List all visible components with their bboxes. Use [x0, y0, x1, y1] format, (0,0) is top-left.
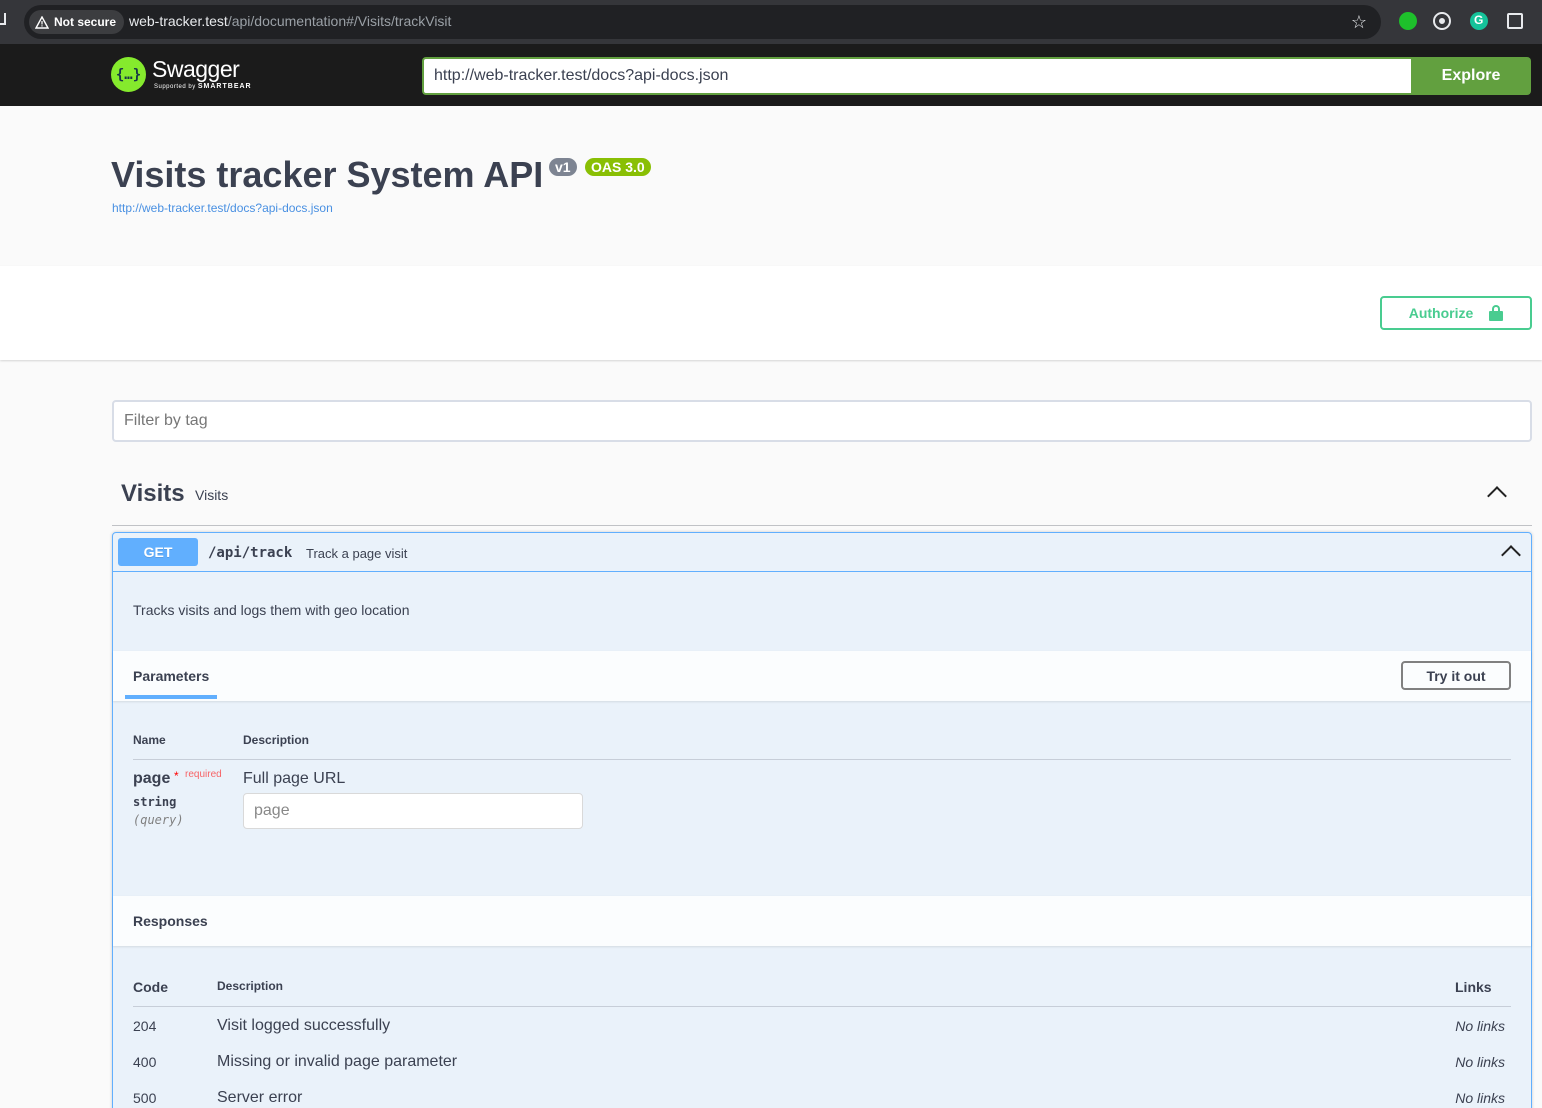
authorize-label: Authorize	[1408, 305, 1474, 321]
tag-description: Visits	[195, 487, 229, 503]
chevron-up-icon[interactable]	[1487, 486, 1507, 506]
page-title: Visits tracker System API	[111, 154, 544, 195]
param-table-divider	[133, 759, 1511, 760]
logo-sub-brand: SMARTBEAR	[197, 83, 252, 90]
warning-icon	[35, 15, 49, 29]
home-icon[interactable]	[0, 13, 6, 25]
logo-text: Swagger	[152, 56, 240, 82]
security-indicator[interactable]: Not secure	[29, 10, 125, 34]
api-info: Visits tracker System API v1 OAS 3.0 htt…	[0, 106, 1542, 266]
browser-toolbar: Not secure web-tracker.test/api/document…	[0, 0, 1542, 44]
authorize-button[interactable]: Authorize	[1380, 296, 1532, 330]
param-column-name: Name	[133, 733, 166, 747]
scheme-container: Authorize	[0, 266, 1542, 360]
url-host: web-tracker.test	[129, 13, 228, 29]
spec-url-input[interactable]	[422, 57, 1412, 95]
response-links: No links	[1455, 1018, 1505, 1034]
operation-block: GET /api/track Track a page visit Tracks…	[112, 532, 1532, 1108]
extension-circle-icon[interactable]	[1433, 12, 1451, 30]
response-links: No links	[1455, 1090, 1505, 1106]
responses-title: Responses	[133, 913, 208, 929]
response-code: 204	[133, 1018, 157, 1034]
explore-button[interactable]: Explore	[1411, 57, 1531, 95]
param-type: string	[133, 795, 177, 809]
swagger-logo[interactable]: {…} Swagger Supported by SMARTBEAR	[111, 56, 251, 92]
response-column-links: Links	[1455, 979, 1492, 995]
response-column-code: Code	[133, 979, 168, 995]
response-links: No links	[1455, 1054, 1505, 1070]
responses-header: Responses	[113, 896, 1531, 946]
response-description: Server error	[217, 1089, 303, 1106]
security-label: Not secure	[54, 15, 117, 29]
logo-subtitle: Supported by SMARTBEAR	[154, 83, 252, 90]
operation-path: /api/track	[208, 545, 293, 561]
tab-parameters[interactable]: Parameters	[125, 651, 218, 699]
swagger-logo-icon: {…}	[111, 57, 146, 92]
required-star: *	[174, 769, 179, 783]
address-bar[interactable]: Not secure web-tracker.test/api/document…	[24, 5, 1381, 39]
response-table-divider	[133, 1006, 1511, 1007]
param-name: page	[133, 770, 171, 787]
try-it-out-button[interactable]: Try it out	[1401, 661, 1511, 690]
lock-icon	[1489, 305, 1504, 321]
response-column-description: Description	[217, 979, 284, 993]
url-text[interactable]: web-tracker.test/api/documentation#/Visi…	[129, 13, 451, 29]
extension-grammarly-icon[interactable]	[1470, 12, 1488, 30]
extensions-puzzle-icon[interactable]	[1507, 13, 1523, 29]
param-description: Full page URL	[243, 770, 346, 787]
response-description: Missing or invalid page parameter	[217, 1053, 458, 1070]
method-badge: GET	[118, 538, 198, 566]
param-location: (query)	[133, 813, 184, 827]
tag-section-header[interactable]: Visits Visits	[112, 462, 1532, 526]
operation-description: Tracks visits and logs them with geo loc…	[133, 602, 410, 618]
logo-sub-prefix: Supported by	[154, 84, 196, 90]
param-page-input[interactable]	[243, 793, 583, 829]
spec-link[interactable]: http://web-tracker.test/docs?api-docs.js…	[112, 201, 333, 215]
required-label: required	[185, 769, 222, 780]
operation-summary[interactable]: GET /api/track Track a page visit	[113, 533, 1531, 572]
operation-summary-text: Track a page visit	[306, 546, 408, 561]
swagger-topbar: {…} Swagger Supported by SMARTBEAR Explo…	[0, 44, 1542, 106]
response-code: 400	[133, 1054, 157, 1070]
extension-thumbs-up-icon[interactable]	[1399, 12, 1417, 30]
url-path: /api/documentation#/Visits/trackVisit	[227, 13, 452, 29]
response-description: Visit logged successfully	[217, 1017, 391, 1034]
chevron-up-icon[interactable]	[1501, 545, 1521, 565]
filter-by-tag-input[interactable]	[112, 400, 1532, 442]
version-badge: v1	[549, 158, 577, 176]
bookmark-star-icon[interactable]: ☆	[1351, 11, 1367, 33]
response-code: 500	[133, 1090, 157, 1106]
parameters-header: Parameters Try it out	[113, 651, 1531, 701]
tag-name: Visits	[121, 480, 185, 507]
param-column-description: Description	[243, 733, 310, 747]
oas-badge: OAS 3.0	[585, 158, 651, 176]
